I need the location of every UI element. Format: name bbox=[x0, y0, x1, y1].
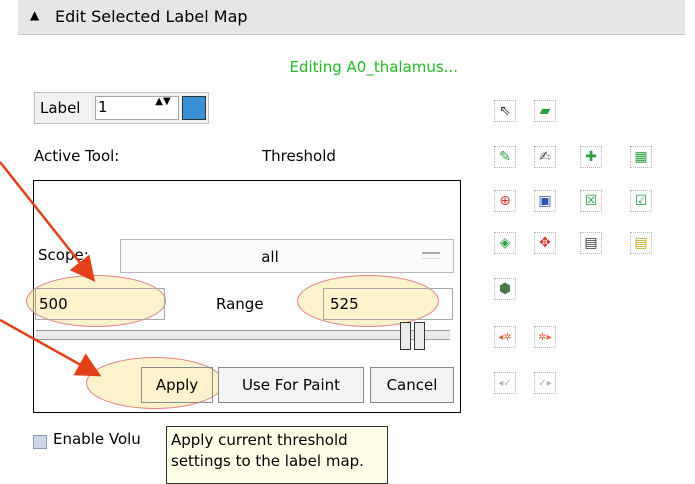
arrow-to-min bbox=[0, 161, 96, 282]
arrow-to-apply bbox=[0, 318, 102, 377]
annotation-arrows bbox=[0, 161, 102, 377]
